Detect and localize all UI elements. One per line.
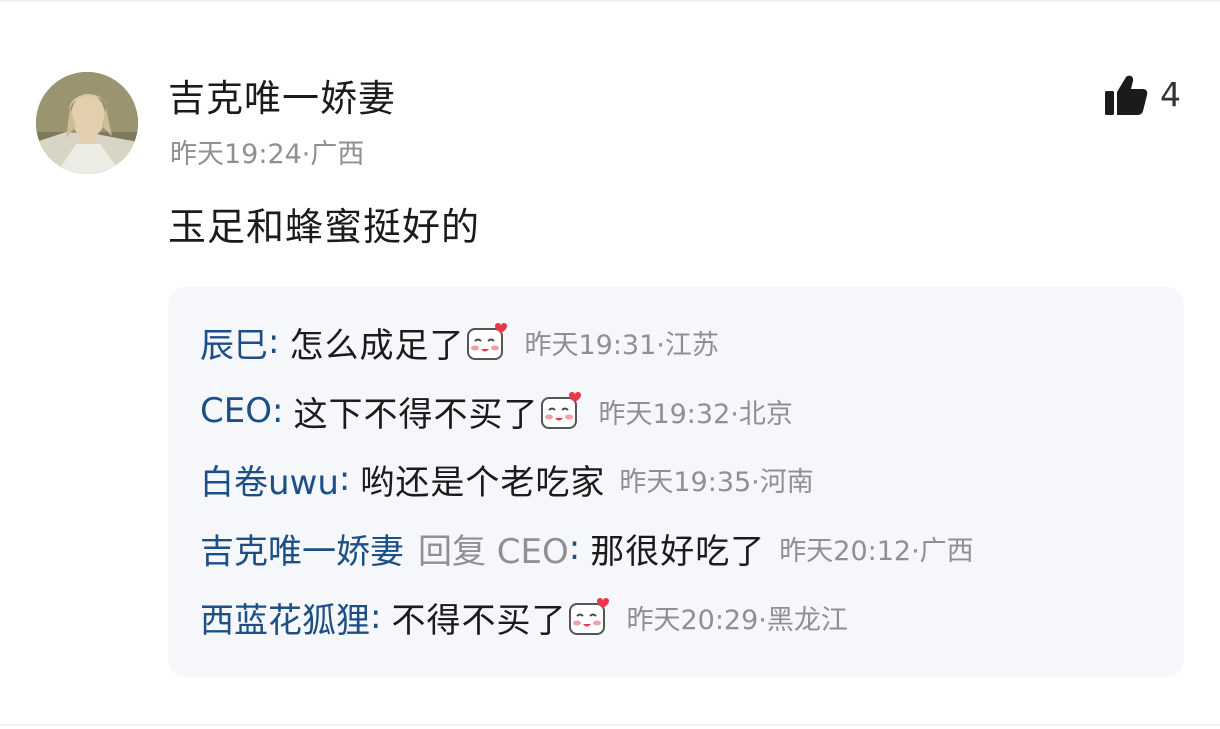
reply-time: 昨天20:29·黑龙江 bbox=[626, 604, 848, 636]
reply-colon: : bbox=[568, 528, 581, 568]
reply-text: 那很好吃了 bbox=[590, 531, 766, 572]
reply-list[interactable]: 辰巳 : 怎么成足了 昨天19:31·江苏 CEO : 这下不得不买了 昨天19… bbox=[168, 287, 1184, 677]
reply-text: 这下不得不买了 bbox=[293, 394, 539, 435]
avatar-image bbox=[36, 72, 138, 174]
avatar[interactable] bbox=[36, 72, 138, 174]
thumbs-up-icon bbox=[1105, 75, 1148, 115]
reply-username[interactable]: 白卷uwu bbox=[200, 455, 339, 504]
reply-colon: : bbox=[271, 391, 284, 431]
reply-username[interactable]: 吉克唯一娇妻 bbox=[200, 524, 404, 573]
comment-meta: 昨天19:24·广西 bbox=[170, 139, 365, 170]
reply-text: 哟还是个老吃家 bbox=[360, 462, 606, 503]
reply-item[interactable]: 白卷uwu : 哟还是个老吃家 昨天19:35·河南 bbox=[200, 455, 814, 504]
reply-time: 昨天19:35·河南 bbox=[619, 466, 814, 498]
blush-emoji-icon bbox=[541, 392, 582, 429]
reply-time: 昨天19:31·江苏 bbox=[524, 329, 719, 361]
reply-colon: : bbox=[338, 459, 351, 499]
like-button[interactable]: 4 bbox=[1104, 74, 1181, 116]
top-divider bbox=[0, 0, 1220, 2]
reply-colon: : bbox=[370, 597, 382, 637]
comment-text: 玉足和蜂蜜挺好的 bbox=[168, 205, 481, 249]
reply-item[interactable]: 辰巳 : 怎么成足了 昨天19:31·江苏 bbox=[200, 318, 719, 367]
reply-time: 昨天20:12·广西 bbox=[779, 535, 974, 567]
reply-to-label[interactable]: 回复 CEO bbox=[418, 524, 569, 573]
blush-emoji-icon bbox=[467, 323, 508, 360]
bottom-divider bbox=[0, 724, 1220, 726]
reply-username[interactable]: CEO bbox=[200, 391, 272, 431]
reply-time: 昨天19:32·北京 bbox=[598, 398, 793, 430]
reply-item[interactable]: 西蓝花狐狸 : 不得不买了 昨天20:29·黑龙江 bbox=[200, 593, 848, 642]
comment-username[interactable]: 吉克唯一娇妻 bbox=[168, 76, 396, 122]
reply-text: 不得不买了 bbox=[391, 600, 567, 641]
like-count: 4 bbox=[1160, 75, 1181, 114]
reply-username[interactable]: 辰巳 bbox=[200, 318, 268, 367]
reply-text: 怎么成足了 bbox=[289, 325, 465, 366]
reply-colon: : bbox=[268, 322, 280, 362]
reply-username[interactable]: 西蓝花狐狸 bbox=[200, 593, 370, 642]
reply-item[interactable]: CEO : 这下不得不买了 昨天19:32·北京 bbox=[200, 388, 793, 435]
blush-emoji-icon bbox=[569, 598, 610, 635]
reply-item[interactable]: 吉克唯一娇妻 回复 CEO : 那很好吃了 昨天20:12·广西 bbox=[200, 524, 974, 573]
